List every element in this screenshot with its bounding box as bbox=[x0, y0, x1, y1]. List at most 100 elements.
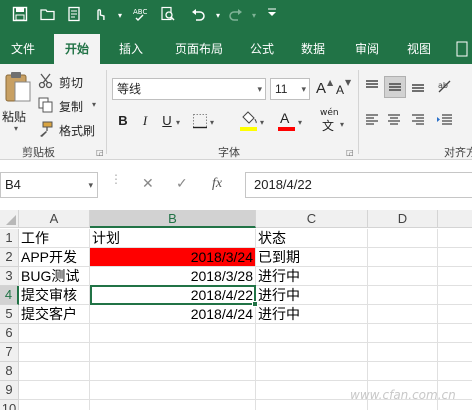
tab-overflow-icon[interactable] bbox=[452, 34, 472, 64]
cell-a8[interactable] bbox=[19, 362, 90, 381]
cell-e2[interactable] bbox=[438, 248, 472, 267]
cell-e3[interactable] bbox=[438, 267, 472, 286]
underline-dropdown-icon[interactable]: ▾ bbox=[176, 118, 180, 127]
grow-font-button[interactable]: A bbox=[316, 80, 326, 97]
insert-function-icon[interactable]: fx bbox=[212, 176, 222, 192]
cell-b7[interactable] bbox=[90, 343, 256, 362]
tab-formulas[interactable]: 公式 bbox=[240, 34, 284, 64]
cell-c7[interactable] bbox=[256, 343, 368, 362]
column-header-c[interactable]: C bbox=[256, 210, 368, 228]
cell-d3[interactable] bbox=[368, 267, 438, 286]
cell-e5[interactable] bbox=[438, 305, 472, 324]
cell-d1[interactable] bbox=[368, 229, 438, 248]
cell-b2[interactable]: 2018/3/24 bbox=[90, 248, 256, 267]
tab-page-layout[interactable]: 页面布局 bbox=[162, 34, 236, 64]
cell-e4[interactable] bbox=[438, 286, 472, 305]
align-right-button[interactable] bbox=[410, 112, 430, 132]
row-header[interactable]: 9 bbox=[0, 381, 19, 400]
cell-c6[interactable] bbox=[256, 324, 368, 343]
row-header[interactable]: 6 bbox=[0, 324, 19, 343]
cell-a6[interactable] bbox=[19, 324, 90, 343]
column-header-d[interactable]: D bbox=[368, 210, 438, 228]
tab-view[interactable]: 视图 bbox=[396, 34, 442, 64]
save-icon[interactable] bbox=[10, 6, 30, 26]
cell-e6[interactable] bbox=[438, 324, 472, 343]
touch-mode-icon[interactable] bbox=[90, 6, 110, 26]
tab-data[interactable]: 数据 bbox=[290, 34, 336, 64]
cell-c1[interactable]: 状态 bbox=[256, 229, 368, 248]
underline-button[interactable]: U bbox=[156, 110, 178, 132]
name-box-dropdown-icon[interactable]: ▾ bbox=[88, 173, 93, 197]
row-header[interactable]: 1 bbox=[0, 229, 19, 248]
tab-home[interactable]: 开始 bbox=[54, 34, 100, 64]
column-header-b[interactable]: B bbox=[90, 210, 256, 228]
cell-a5[interactable]: 提交客户 bbox=[19, 305, 90, 324]
bold-button[interactable]: B bbox=[112, 110, 134, 132]
copy-button[interactable]: 复制 ▾ bbox=[38, 96, 102, 116]
cut-button[interactable]: 剪切 bbox=[38, 72, 88, 92]
font-name-combo[interactable]: 等线 ▾ bbox=[112, 78, 266, 100]
align-bottom-button[interactable] bbox=[410, 78, 430, 98]
cell-b3[interactable]: 2018/3/28 bbox=[90, 267, 256, 286]
align-center-button[interactable] bbox=[386, 112, 406, 132]
cell-a10[interactable] bbox=[19, 400, 90, 410]
spelling-icon[interactable]: ABC bbox=[130, 6, 150, 26]
cell-e8[interactable] bbox=[438, 362, 472, 381]
align-top-button[interactable] bbox=[364, 78, 384, 98]
cell-c8[interactable] bbox=[256, 362, 368, 381]
cell-d5[interactable] bbox=[368, 305, 438, 324]
enter-icon[interactable]: ✓ bbox=[176, 176, 188, 192]
cell-a4[interactable]: 提交审核 bbox=[19, 286, 90, 305]
cell-c4[interactable]: 进行中 bbox=[256, 286, 368, 305]
tab-file[interactable]: 文件 bbox=[0, 34, 46, 64]
indent-button[interactable] bbox=[436, 112, 466, 132]
fill-color-button[interactable]: ▾ bbox=[240, 110, 268, 134]
cell-d2[interactable] bbox=[368, 248, 438, 267]
borders-button[interactable]: ▾ bbox=[192, 113, 222, 131]
cell-d6[interactable] bbox=[368, 324, 438, 343]
formula-bar-grip-icon[interactable]: ⋮ bbox=[110, 173, 122, 185]
font-size-combo[interactable]: 11 ▾ bbox=[270, 78, 310, 100]
cancel-icon[interactable]: ✕ bbox=[142, 176, 154, 192]
orientation-button[interactable]: ab bbox=[436, 78, 466, 98]
cell-b9[interactable] bbox=[90, 381, 256, 400]
fill-handle[interactable] bbox=[252, 301, 258, 307]
clipboard-launcher-icon[interactable]: ◲ bbox=[96, 148, 104, 157]
cell-a3[interactable]: BUG测试 bbox=[19, 267, 90, 286]
print-preview-icon[interactable] bbox=[64, 6, 84, 26]
row-header[interactable]: 5 bbox=[0, 305, 19, 324]
cell-a1[interactable]: 工作 bbox=[19, 229, 90, 248]
align-left-button[interactable] bbox=[364, 112, 384, 132]
row-header[interactable]: 7 bbox=[0, 343, 19, 362]
tab-review[interactable]: 审阅 bbox=[344, 34, 390, 64]
cell-d4[interactable] bbox=[368, 286, 438, 305]
redo-dropdown-icon[interactable]: ▾ bbox=[244, 6, 264, 26]
cell-d8[interactable] bbox=[368, 362, 438, 381]
cell-a9[interactable] bbox=[19, 381, 90, 400]
column-header-e[interactable] bbox=[438, 210, 472, 228]
cell-b1[interactable]: 计划 bbox=[90, 229, 256, 248]
paste-button[interactable]: 粘贴 ▾ bbox=[2, 70, 34, 136]
tab-insert[interactable]: 插入 bbox=[108, 34, 154, 64]
cell-c5[interactable]: 进行中 bbox=[256, 305, 368, 324]
font-launcher-icon[interactable]: ◲ bbox=[346, 148, 354, 157]
undo-icon[interactable] bbox=[188, 6, 208, 26]
align-middle-button[interactable] bbox=[384, 76, 406, 98]
redo-icon[interactable] bbox=[226, 6, 246, 26]
cell-c3[interactable]: 进行中 bbox=[256, 267, 368, 286]
cell-b8[interactable] bbox=[90, 362, 256, 381]
find-icon[interactable] bbox=[158, 6, 178, 26]
cell-e7[interactable] bbox=[438, 343, 472, 362]
undo-dropdown-icon[interactable]: ▾ bbox=[208, 6, 228, 26]
cell-b6[interactable] bbox=[90, 324, 256, 343]
format-painter-button[interactable]: 格式刷 bbox=[38, 120, 102, 140]
phonetic-button[interactable]: wén 文 ▾ bbox=[318, 108, 348, 134]
row-header[interactable]: 4 bbox=[0, 286, 19, 305]
font-color-button[interactable]: A ▾ bbox=[278, 110, 306, 134]
cell-b10[interactable] bbox=[90, 400, 256, 410]
shrink-font-button[interactable]: A bbox=[336, 83, 344, 97]
cell-d7[interactable] bbox=[368, 343, 438, 362]
row-header[interactable]: 2 bbox=[0, 248, 19, 267]
cell-c2[interactable]: 已到期 bbox=[256, 248, 368, 267]
touch-dropdown-icon[interactable]: ▾ bbox=[110, 6, 130, 26]
